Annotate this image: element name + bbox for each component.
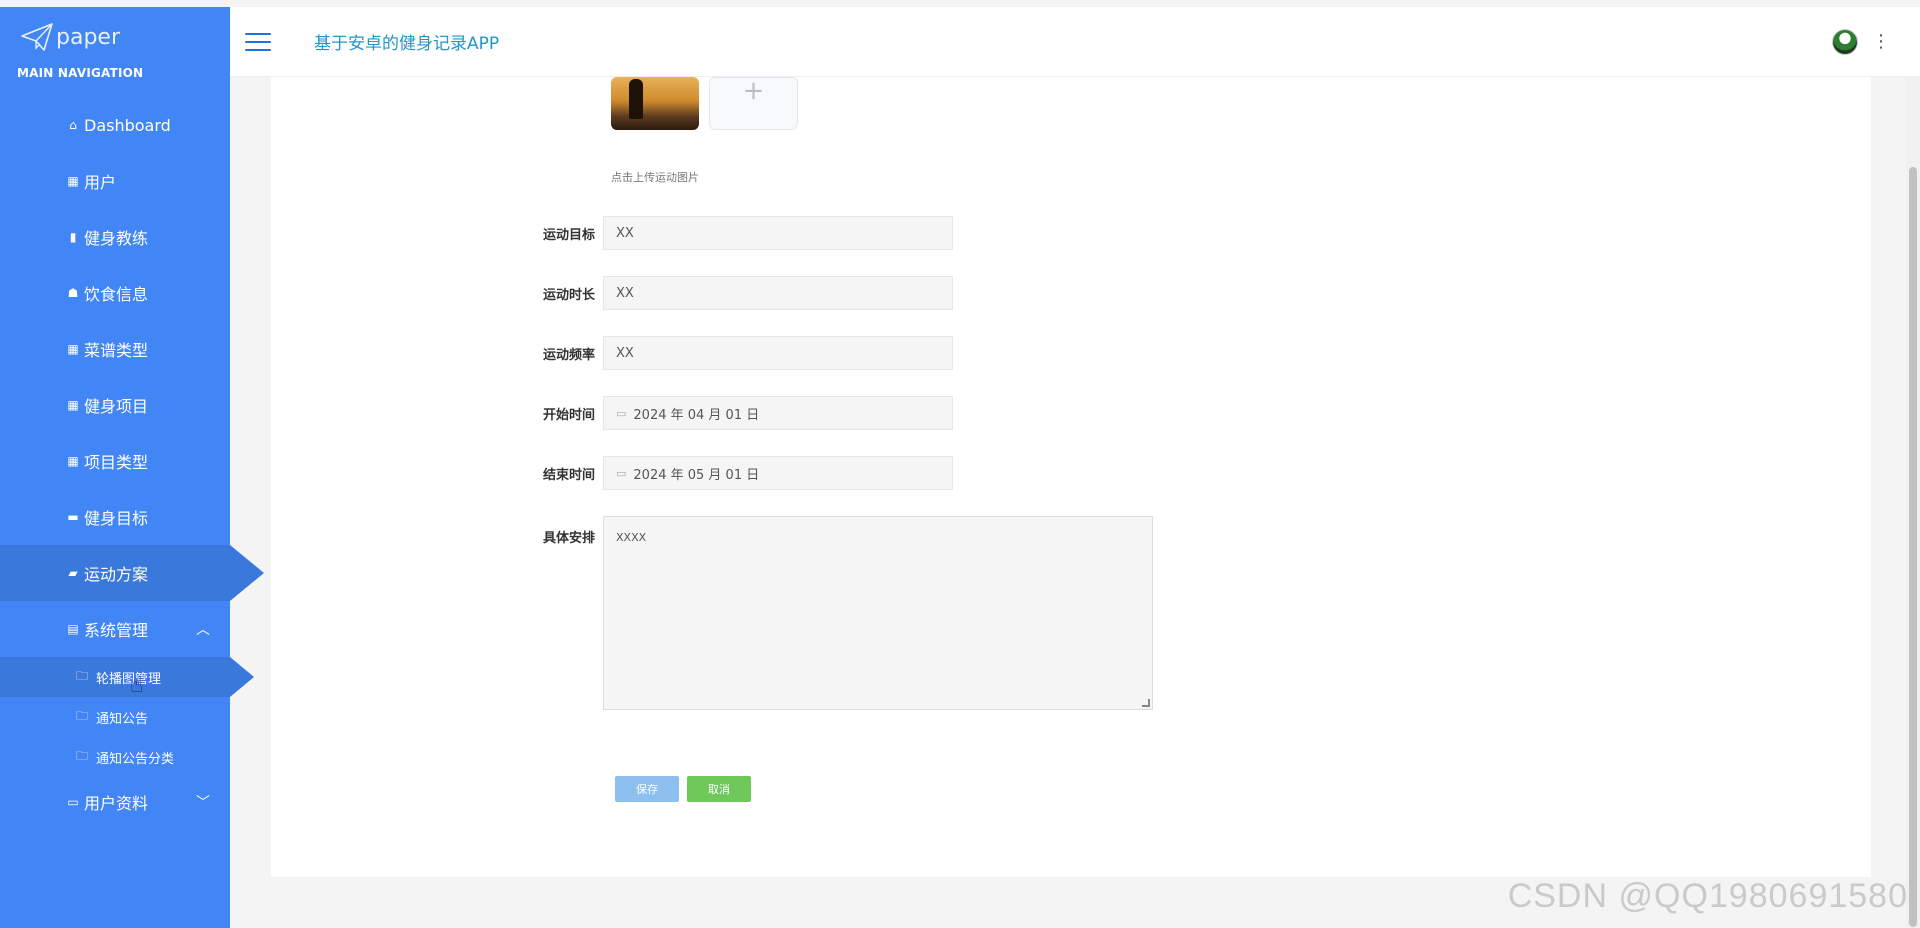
briefcase-icon: ▰ xyxy=(68,566,78,580)
paper-plane-icon xyxy=(21,23,53,51)
grid-icon: ▦ xyxy=(67,174,79,188)
input-value: 2024 年 05 月 01 日 xyxy=(633,467,760,483)
folder-icon: 🗀 xyxy=(76,748,89,763)
plus-icon: + xyxy=(742,76,765,106)
sidebar-item-label: Dashboard xyxy=(84,115,171,135)
field-label: 运动目标 xyxy=(542,227,595,243)
upload-hint: 点击上传运动图片 xyxy=(611,171,699,184)
sidebar-item-label: 系统管理 xyxy=(84,621,149,640)
calendar-icon: ▭ xyxy=(67,795,79,809)
sidebar-subitem-carousel[interactable]: 🗀 轮播图管理 xyxy=(0,657,254,697)
nav-header: MAIN NAVIGATION xyxy=(17,66,144,80)
folder-icon: 🗀 xyxy=(76,708,89,723)
thumbs-up-icon: ☗ xyxy=(67,286,79,300)
home-icon: ⌂ xyxy=(69,118,77,132)
sidebar-subitem-label: 轮播图管理 xyxy=(96,671,162,687)
field-arrangement: 具体安排 XXXX xyxy=(271,516,1153,710)
sidebar-item-fitness-goal[interactable]: ▬ 健身目标 xyxy=(0,489,230,545)
sidebar-item-users[interactable]: ▦ 用户 xyxy=(0,153,230,209)
sidebar-subitem-label: 通知公告 xyxy=(96,711,149,727)
calendar-icon: ▭ xyxy=(616,406,627,420)
sidebar-item-user-profile[interactable]: ▭ 用户资料 ﹀ xyxy=(0,777,230,827)
field-label: 开始时间 xyxy=(542,407,595,423)
sidebar-item-label: 饮食信息 xyxy=(84,285,149,304)
sidebar-item-label: 菜谱类型 xyxy=(84,341,149,360)
monitor-icon: ▬ xyxy=(67,510,79,524)
cancel-button[interactable]: 取消 xyxy=(687,776,751,802)
field-end-date: 结束时间 ▭ 2024 年 05 月 01 日 xyxy=(271,456,953,490)
field-label: 运动时长 xyxy=(542,287,595,303)
goal-input[interactable]: XX xyxy=(603,216,953,250)
brand-name: paper xyxy=(56,24,120,50)
brand-logo[interactable]: paper xyxy=(0,7,230,67)
field-label: 具体安排 xyxy=(542,531,595,546)
input-value: XX xyxy=(616,285,634,301)
sidebar-item-dashboard[interactable]: ⌂ Dashboard xyxy=(0,97,230,153)
field-start-date: 开始时间 ▭ 2024 年 04 月 01 日 xyxy=(271,396,953,430)
image-upload: + xyxy=(611,77,798,130)
save-button[interactable]: 保存 xyxy=(615,776,679,802)
calendar-icon: ▭ xyxy=(616,466,627,480)
sidebar-item-label: 项目类型 xyxy=(84,453,149,472)
scrollbar-thumb[interactable] xyxy=(1909,167,1917,927)
more-options-icon[interactable]: ⋮ xyxy=(1872,33,1890,51)
user-area: ⋮ xyxy=(1832,29,1890,55)
sidebar-item-label: 健身项目 xyxy=(84,397,149,416)
form-actions: 保存 取消 xyxy=(615,776,759,802)
resize-handle[interactable] xyxy=(1142,699,1150,707)
sidebar-subitem-notice[interactable]: 🗀 通知公告 xyxy=(0,697,230,737)
menu-toggle-icon[interactable] xyxy=(245,32,271,51)
sidebar-item-label: 运动方案 xyxy=(84,565,149,584)
input-value: 2024 年 04 月 01 日 xyxy=(633,407,760,423)
sidebar: paper MAIN NAVIGATION ⌂ Dashboard ▦ 用户 ▮… xyxy=(0,7,264,928)
page-scrollbar[interactable] xyxy=(1906,77,1920,928)
chevron-up-icon: ︿ xyxy=(196,622,210,638)
chevron-down-icon: ﹀ xyxy=(196,795,210,811)
sidebar-item-exercise-plan[interactable]: ▰ 运动方案 xyxy=(0,545,264,601)
sidebar-item-label: 健身目标 xyxy=(84,509,149,528)
sidebar-item-fitness-project[interactable]: ▦ 健身项目 xyxy=(0,377,230,433)
field-label: 运动频率 xyxy=(542,347,595,363)
field-duration: 运动时长 XX xyxy=(271,276,953,310)
field-goal: 运动目标 XX xyxy=(271,216,953,250)
sidebar-item-coach[interactable]: ▮ 健身教练 xyxy=(0,209,230,265)
sidebar-item-label: 用户资料 xyxy=(84,794,149,813)
bar-chart-icon: ▮ xyxy=(69,230,77,244)
hand-cursor-icon: ☝ xyxy=(130,673,144,698)
sidebar-item-label: 健身教练 xyxy=(84,229,149,248)
sidebar-subitem-label: 通知公告分类 xyxy=(96,751,175,767)
sidebar-item-label: 用户 xyxy=(84,173,117,192)
field-label: 结束时间 xyxy=(542,467,595,483)
arrangement-textarea[interactable]: XXXX xyxy=(603,516,1153,710)
frequency-input[interactable]: XX xyxy=(603,336,953,370)
input-value: XX xyxy=(616,225,634,241)
runner-silhouette xyxy=(629,79,643,119)
grid-icon: ▦ xyxy=(67,454,79,468)
duration-input[interactable]: XX xyxy=(603,276,953,310)
top-header: 基于安卓的健身记录APP ⋮ xyxy=(230,7,1920,77)
grid-icon: ▦ xyxy=(67,342,79,356)
end-date-input[interactable]: ▭ 2024 年 05 月 01 日 xyxy=(603,456,953,490)
folder-icon: 🗀 xyxy=(76,668,89,683)
form-card: + 点击上传运动图片 运动目标 XX 运动时长 XX 运动频率 XX 开始时间 … xyxy=(271,77,1871,877)
field-frequency: 运动频率 XX xyxy=(271,336,953,370)
sidebar-item-system-management[interactable]: ▤ 系统管理 ︿ xyxy=(0,601,230,657)
add-image-button[interactable]: + xyxy=(709,77,798,130)
sidebar-subitem-notice-category[interactable]: 🗀 通知公告分类 xyxy=(0,737,230,777)
clipboard-icon: ▤ xyxy=(67,622,79,636)
avatar[interactable] xyxy=(1832,29,1858,55)
sidebar-item-diet[interactable]: ☗ 饮食信息 xyxy=(0,265,230,321)
textarea-value: XXXX xyxy=(616,531,647,544)
watermark: CSDN @QQ1980691580 xyxy=(1507,877,1908,915)
grid-icon: ▦ xyxy=(67,398,79,412)
start-date-input[interactable]: ▭ 2024 年 04 月 01 日 xyxy=(603,396,953,430)
input-value: XX xyxy=(616,345,634,361)
sidebar-item-project-type[interactable]: ▦ 项目类型 xyxy=(0,433,230,489)
app-title: 基于安卓的健身记录APP xyxy=(314,34,500,54)
uploaded-image-thumbnail[interactable] xyxy=(611,77,699,130)
sidebar-item-recipe-type[interactable]: ▦ 菜谱类型 xyxy=(0,321,230,377)
